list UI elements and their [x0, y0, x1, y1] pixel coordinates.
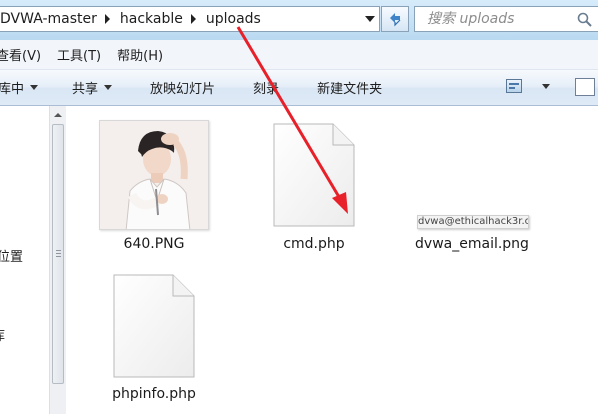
file-item[interactable]: 640.PNG	[79, 118, 229, 258]
share-label: 共享	[72, 82, 99, 97]
breadcrumb-label: hackable	[119, 11, 183, 27]
chevron-down-icon[interactable]	[365, 16, 375, 22]
slideshow-button[interactable]: 放映幻灯片	[150, 78, 215, 97]
thumbnail-text: dvwa@ethicalhack3r.co.uk	[418, 216, 528, 227]
share-button[interactable]: 共享	[72, 78, 113, 97]
file-item[interactable]: cmd.php	[239, 118, 389, 258]
scroll-up-arrow-icon[interactable]	[54, 113, 62, 117]
nav-item-location[interactable]: 位置	[0, 246, 23, 265]
search-input[interactable]	[415, 11, 575, 27]
file-name: cmd.php	[283, 236, 345, 252]
chevron-down-icon[interactable]	[542, 83, 550, 89]
document-icon	[113, 274, 195, 378]
navigation-pane: 位置 库	[0, 106, 48, 414]
nav-scrollbar[interactable]	[49, 106, 66, 414]
new-folder-label: 新建文件夹	[317, 82, 383, 97]
chevron-down-icon	[30, 85, 39, 90]
chevron-right-icon[interactable]	[190, 14, 196, 24]
view-icon	[506, 79, 522, 93]
refresh-button[interactable]	[381, 6, 409, 32]
breadcrumb-label: DVWA-master	[0, 11, 97, 27]
file-item[interactable]: dvwa@ethicalhack3r.co.uk dvwa_email.png	[397, 118, 547, 258]
change-view-button[interactable]	[506, 79, 550, 93]
scrollbar-thumb[interactable]	[52, 124, 64, 384]
image-thumbnail: dvwa@ethicalhack3r.co.uk	[417, 215, 529, 229]
menu-help[interactable]: 帮助(H)	[117, 45, 179, 64]
address-strip: DVWA-master hackable uploads	[0, 0, 598, 40]
library-label: 库中	[0, 82, 25, 97]
chevron-right-icon[interactable]	[104, 14, 110, 24]
image-thumbnail	[99, 120, 209, 230]
refresh-icon	[390, 13, 401, 27]
menu-view[interactable]: 查看(V)	[0, 45, 57, 64]
file-name: phpinfo.php	[112, 386, 196, 402]
menu-bar: 查看(V) 工具(T) 帮助(H)	[0, 40, 598, 70]
burn-label: 刻录	[253, 82, 280, 97]
burn-button[interactable]: 刻录	[253, 78, 279, 97]
breadcrumb-item[interactable]: uploads	[202, 11, 265, 27]
slideshow-label: 放映幻灯片	[150, 82, 216, 97]
document-icon	[273, 123, 355, 227]
preview-pane-button[interactable]	[575, 78, 595, 96]
address-bar[interactable]: DVWA-master hackable uploads	[0, 6, 380, 32]
breadcrumb-item[interactable]: DVWA-master	[0, 11, 116, 27]
file-list: 640.PNG cmd.php dvwa@ethicalhack3r.co.uk…	[67, 106, 598, 414]
search-icon[interactable]	[576, 11, 594, 29]
file-name: 640.PNG	[123, 236, 185, 252]
include-in-library-button[interactable]: 库中	[0, 78, 39, 97]
nav-item-library[interactable]: 库	[0, 325, 5, 344]
breadcrumb-item[interactable]: hackable	[116, 11, 202, 27]
new-folder-button[interactable]: 新建文件夹	[317, 78, 382, 97]
file-name: dvwa_email.png	[415, 236, 529, 252]
chevron-down-icon	[104, 85, 113, 90]
file-item[interactable]: phpinfo.php	[79, 268, 229, 408]
toolbar: 库中 共享 放映幻灯片 刻录 新建文件夹	[0, 70, 598, 106]
breadcrumb-label: uploads	[205, 11, 261, 27]
search-box[interactable]	[414, 6, 598, 32]
menu-tools[interactable]: 工具(T)	[57, 45, 117, 64]
